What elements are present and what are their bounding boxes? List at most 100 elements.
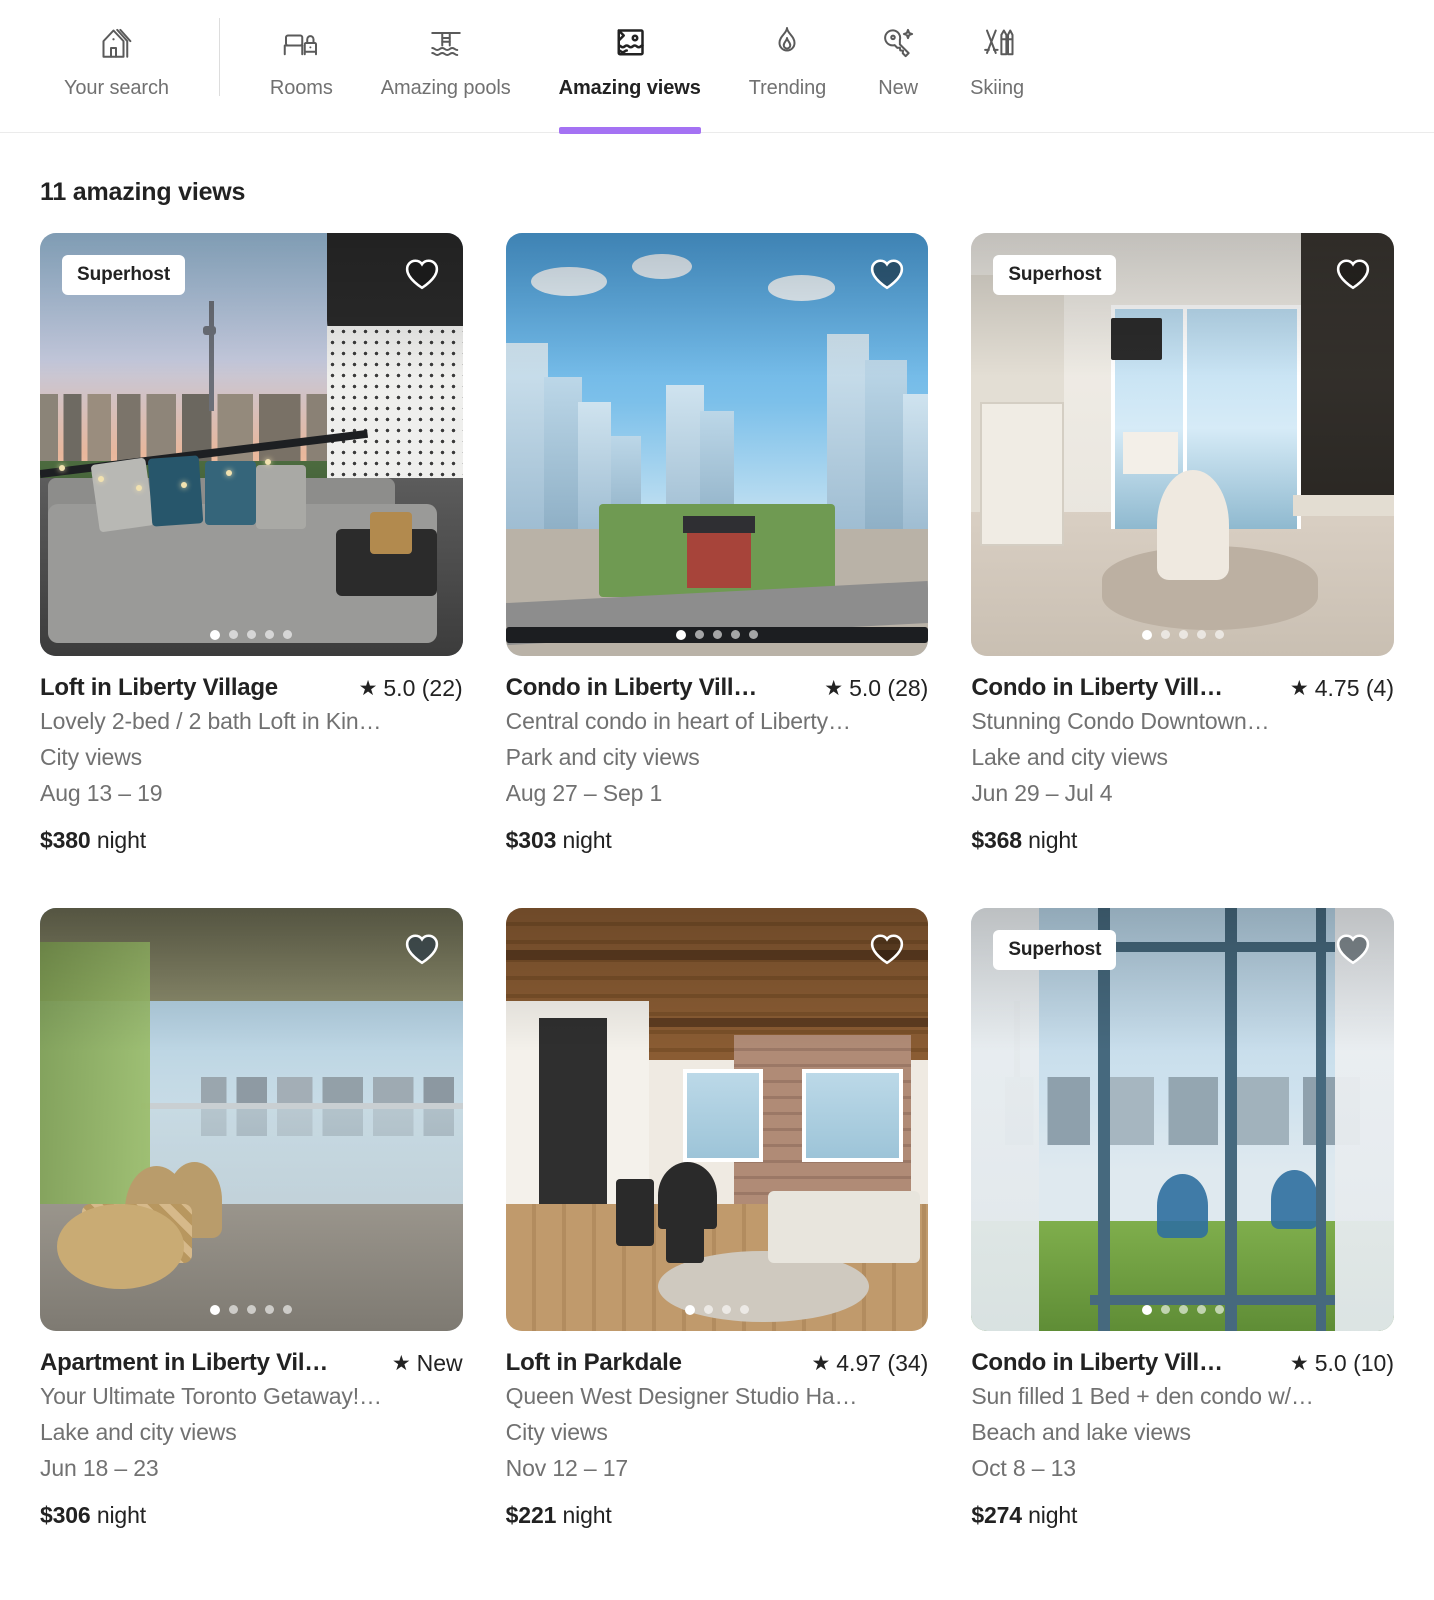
nav-tab-label: New [878, 77, 919, 99]
rating-value: 5.0 (22) [383, 675, 463, 702]
listing-card[interactable]: Superhost Condo in Liberty Vill… ★ 5.0 (… [971, 908, 1394, 1533]
listing-subtitle: Stunning Condo Downtown… [971, 708, 1270, 735]
listing-views: Lake and city views [971, 744, 1168, 771]
favorite-heart-icon[interactable] [865, 252, 909, 296]
photo-dots[interactable] [40, 629, 463, 640]
listing-title: Condo in Liberty Vill… [971, 1348, 1223, 1376]
nav-tab-label: Trending [748, 77, 827, 99]
category-nav-items: Your search Rooms Amazing pools Amazing … [40, 0, 1048, 134]
listing-dates: Aug 13 – 19 [40, 780, 163, 807]
nav-tab-amazing-pools[interactable]: Amazing pools [357, 0, 535, 133]
favorite-heart-icon[interactable] [400, 927, 444, 971]
nav-tab-amazing-views[interactable]: Amazing views [535, 0, 725, 134]
listing-card[interactable]: Condo in Liberty Vill… ★ 5.0 (28) Centra… [505, 233, 929, 859]
superhost-badge: Superhost [62, 255, 186, 295]
listing-photo [971, 908, 1394, 1331]
skis-icon [977, 22, 1017, 64]
listing-title: Loft in Parkdale [505, 1348, 682, 1376]
superhost-badge: Superhost [993, 930, 1117, 971]
listing-card[interactable]: Loft in Parkdale ★ 4.97 (34) Queen West … [505, 908, 929, 1534]
price-unit: night [96, 1502, 146, 1529]
listing-photo [40, 233, 463, 656]
nav-tab-rooms[interactable]: Rooms [246, 0, 357, 133]
photo-dots[interactable] [971, 629, 1394, 640]
listing-subtitle: Central condo in heart of Liberty… [505, 708, 851, 735]
price-amount: $274 [971, 1502, 1022, 1529]
listing-title: Apartment in Liberty Vil… [40, 1348, 329, 1376]
nav-tab-your-search[interactable]: Your search [40, 0, 193, 133]
listing-card[interactable]: Apartment in Liberty Vil… ★ New Your Ult… [40, 908, 463, 1533]
key-sparkle-icon [878, 22, 918, 64]
star-icon: ★ [1289, 1351, 1309, 1375]
star-icon: ★ [358, 676, 378, 700]
listing-photo-carousel[interactable]: Superhost [40, 233, 463, 656]
price-amount: $303 [505, 827, 557, 854]
listing-card[interactable]: Superhost Condo in Liberty Vill… ★ 4.75 … [971, 233, 1394, 858]
nav-tab-label: Rooms [269, 77, 333, 99]
favorite-heart-icon[interactable] [1331, 927, 1375, 971]
rating-value: New [416, 1350, 463, 1377]
listing-subtitle: Your Ultimate Toronto Getaway!… [40, 1383, 382, 1410]
star-icon: ★ [824, 676, 844, 700]
results-heading: 11 amazing views [40, 178, 246, 206]
framed-view-icon [610, 22, 650, 64]
listing-rating: ★ 4.97 (34) [811, 1348, 928, 1378]
listing-rating: ★ New [392, 1348, 463, 1378]
nav-tab-label: Amazing views [558, 77, 701, 99]
listing-price: $368 night [971, 822, 1394, 858]
listings-grid: Superhost Loft in Liberty Village ★ 5.0 … [40, 233, 1394, 1533]
listing-photo-carousel[interactable] [40, 908, 463, 1331]
listing-photo-carousel[interactable]: Superhost [971, 908, 1394, 1331]
photo-dots[interactable] [506, 629, 929, 640]
listing-price: $274 night [971, 1497, 1394, 1533]
nav-tab-skiing[interactable]: Skiing [946, 0, 1048, 133]
price-amount: $221 [505, 1502, 557, 1529]
price-unit: night [1028, 1502, 1078, 1529]
listing-photo-carousel[interactable] [505, 908, 929, 1331]
photo-dots[interactable] [40, 1304, 463, 1315]
listing-subtitle: Queen West Designer Studio Ha… [505, 1383, 858, 1410]
listing-photo [971, 233, 1394, 656]
nav-tab-label: Amazing pools [380, 77, 511, 99]
listing-photo-carousel[interactable]: Superhost [971, 233, 1394, 656]
listing-dates: Nov 12 – 17 [505, 1455, 629, 1482]
listing-price: $303 night [506, 822, 929, 858]
listing-photo [40, 908, 463, 1331]
rating-value: 4.75 (4) [1314, 675, 1394, 702]
listing-dates: Oct 8 – 13 [971, 1455, 1076, 1482]
star-icon: ★ [1289, 676, 1309, 700]
listing-info: Loft in Parkdale ★ 4.97 (34) Queen West … [506, 1331, 929, 1534]
nav-tab-trending[interactable]: Trending [725, 0, 850, 133]
star-icon: ★ [391, 1351, 411, 1375]
listing-photo-carousel[interactable] [505, 233, 929, 656]
listing-info: Apartment in Liberty Vil… ★ New Your Ult… [40, 1331, 463, 1534]
photo-dots[interactable] [506, 1304, 929, 1315]
bed-icon [281, 22, 321, 64]
photo-dots[interactable] [971, 1304, 1394, 1315]
superhost-badge: Superhost [993, 255, 1117, 295]
listing-info: Condo in Liberty Vill… ★ 5.0 (28) Centra… [506, 656, 929, 859]
category-nav-bar: Your search Rooms Amazing pools Amazing … [0, 0, 1434, 134]
listing-card[interactable]: Superhost Loft in Liberty Village ★ 5.0 … [40, 233, 463, 858]
house-icon [96, 22, 136, 64]
listing-rating: ★ 5.0 (28) [824, 673, 928, 703]
price-unit: night [562, 1502, 612, 1529]
rating-value: 5.0 (10) [1314, 1350, 1394, 1377]
listing-views: City views [40, 744, 143, 771]
listing-title: Condo in Liberty Vill… [971, 673, 1223, 701]
listing-views: Lake and city views [40, 1419, 237, 1446]
favorite-heart-icon[interactable] [865, 927, 909, 971]
listing-photo [505, 908, 929, 1331]
price-unit: night [562, 827, 612, 854]
listing-price: $221 night [506, 1497, 929, 1533]
listings-content: 11 amazing views Superhost Loft in Liber… [0, 133, 1434, 1533]
listing-info: Condo in Liberty Vill… ★ 5.0 (10) Sun fi… [971, 1331, 1394, 1534]
rating-value: 4.97 (34) [836, 1350, 929, 1377]
listing-dates: Jun 18 – 23 [40, 1455, 159, 1482]
favorite-heart-icon[interactable] [400, 252, 444, 296]
listing-views: Beach and lake views [971, 1419, 1191, 1446]
listing-dates: Jun 29 – Jul 4 [971, 780, 1113, 807]
favorite-heart-icon[interactable] [1331, 252, 1375, 296]
nav-tab-new[interactable]: New [850, 0, 946, 133]
listing-rating: ★ 5.0 (10) [1290, 1348, 1394, 1378]
